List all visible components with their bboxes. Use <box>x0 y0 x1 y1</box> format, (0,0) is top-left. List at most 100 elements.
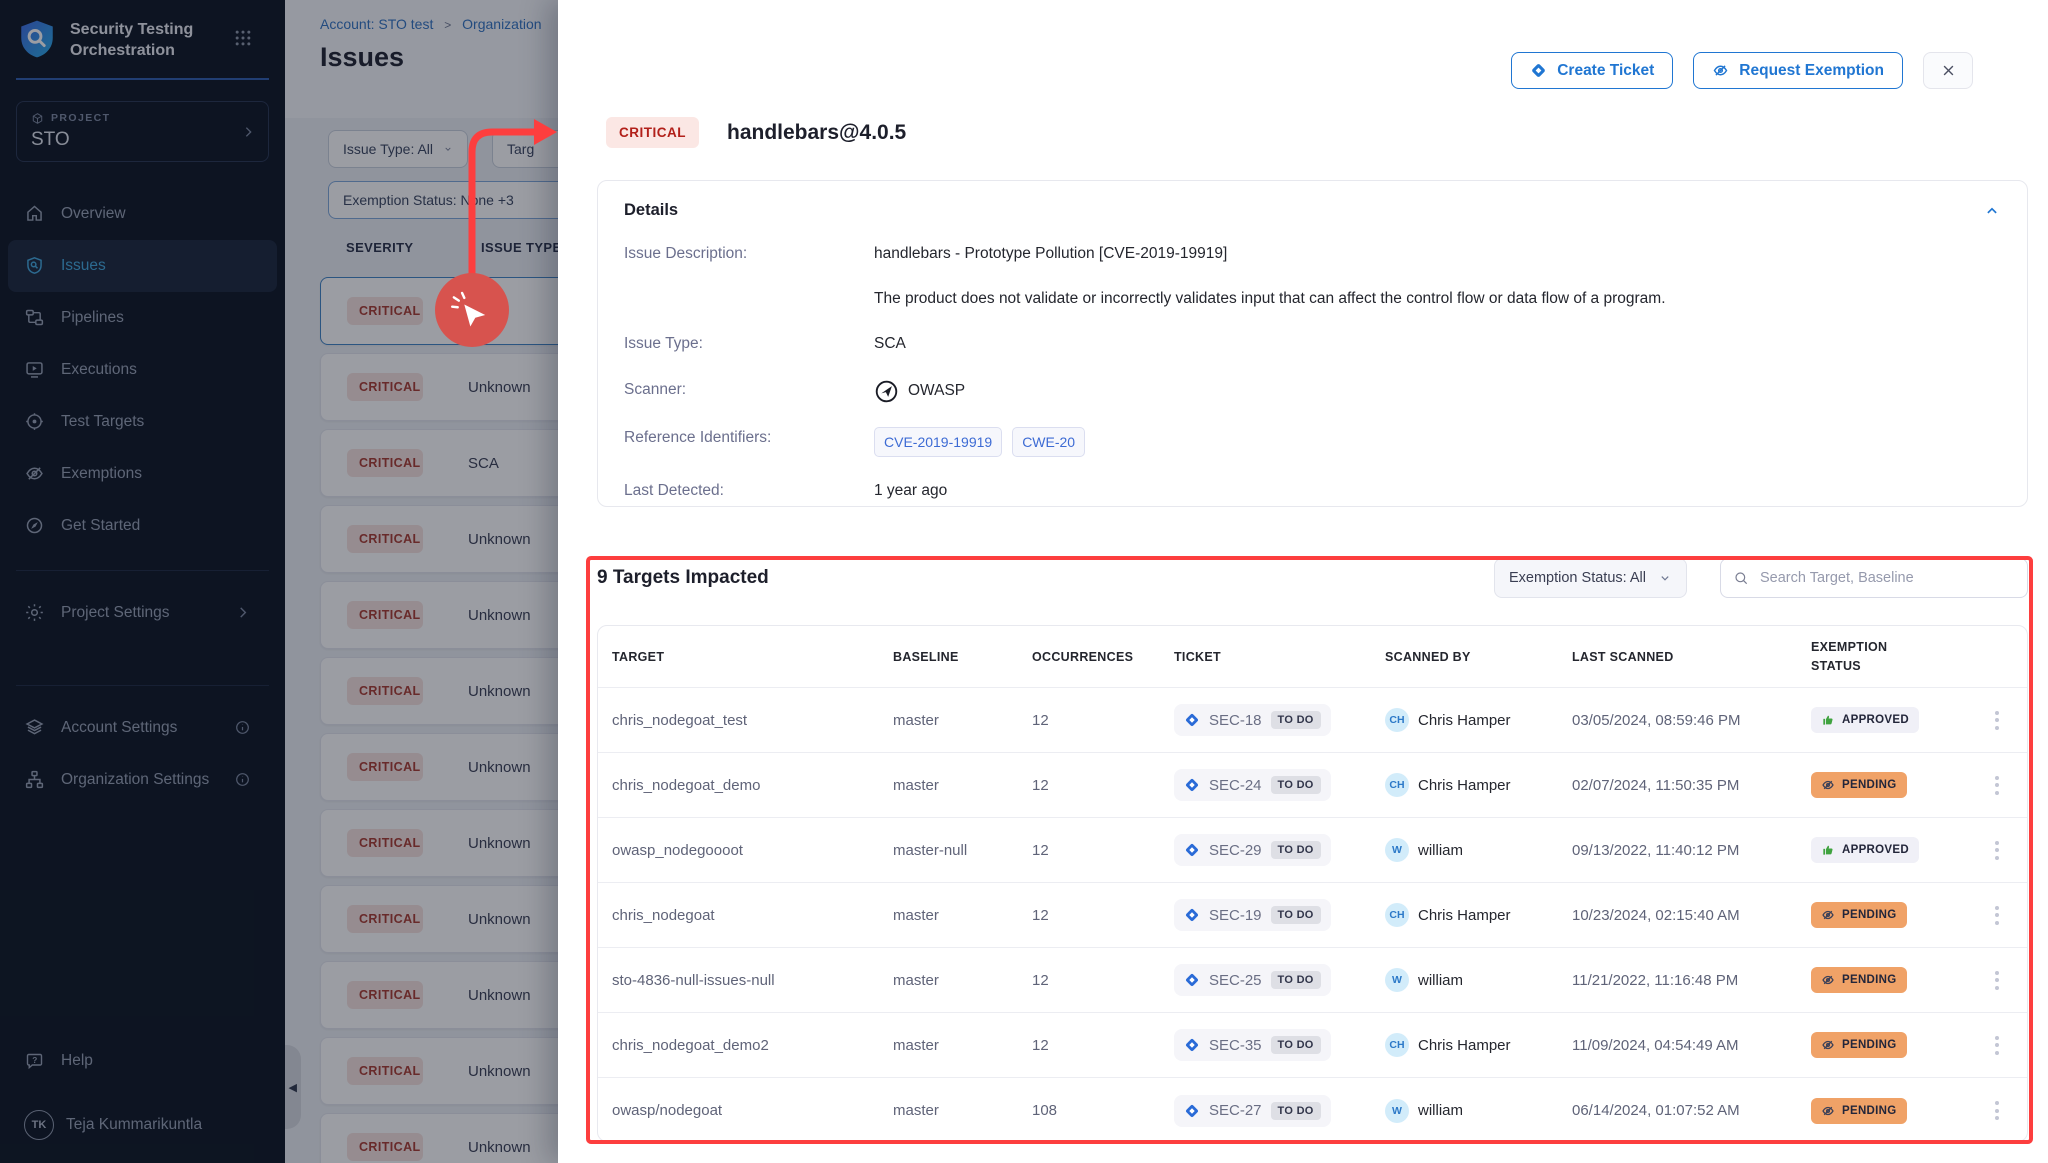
request-exemption-button[interactable]: Request Exemption <box>1693 52 1903 89</box>
details-card-header: Details <box>624 201 2001 220</box>
baseline-cell: master <box>893 1102 1032 1119</box>
ticket-status-chip: TO DO <box>1271 711 1321 729</box>
targets-column-header: TICKET <box>1174 650 1385 664</box>
chevron-up-icon[interactable] <box>1983 202 2001 220</box>
ticket-link[interactable]: SEC-18TO DO <box>1174 704 1331 736</box>
detail-row-last-detected: Last Detected: 1 year ago <box>624 480 2001 502</box>
ticket-link[interactable]: SEC-24TO DO <box>1174 769 1331 801</box>
ticket-id: SEC-27 <box>1209 1102 1262 1119</box>
ticket-status-chip: TO DO <box>1271 906 1321 924</box>
scanned-by-name: Chris Hamper <box>1418 712 1511 729</box>
occurrences-cell: 12 <box>1032 712 1174 729</box>
scanned-by-avatar: W <box>1385 968 1409 992</box>
ticket-diamond-icon <box>1184 1037 1200 1053</box>
ticket-link[interactable]: SEC-27 TO DO <box>1174 1095 1331 1127</box>
ticket-status-chip: TO DO <box>1271 1102 1321 1120</box>
owasp-scanner-icon <box>874 379 899 404</box>
ticket-diamond-icon <box>1184 1103 1200 1119</box>
search-input[interactable] <box>1758 569 2015 587</box>
row-menu-button[interactable] <box>1989 965 2005 996</box>
targets-exemption-filter[interactable]: Exemption Status: All <box>1494 558 1687 598</box>
ticket-id: SEC-35 <box>1209 1037 1262 1054</box>
exemption-status-label: PENDING <box>1842 909 1897 921</box>
detail-row-references: Reference Identifiers: CVE-2019-19919CWE… <box>624 427 2001 457</box>
detail-label: Last Detected: <box>624 480 874 502</box>
target-row[interactable]: chris_nodegoat_demomaster12SEC-24TO DOCH… <box>598 753 2027 818</box>
targets-column-header: SCANNED BY <box>1385 650 1572 664</box>
baseline-cell: master <box>893 777 1032 794</box>
occurrences-cell: 108 <box>1032 1102 1174 1119</box>
ticket-link[interactable]: SEC-25TO DO <box>1174 964 1331 996</box>
target-name-cell: chris_nodegoat_demo2 <box>612 1037 893 1054</box>
scanner-name: OWASP <box>908 380 965 402</box>
scanned-by-cell: CH Chris Hamper <box>1385 773 1572 797</box>
scanned-by-avatar: CH <box>1385 773 1409 797</box>
ticket-link[interactable]: SEC-19 TO DO <box>1174 899 1331 931</box>
targets-table-header: TARGETBASELINEOCCURRENCESTICKETSCANNED B… <box>598 626 2027 688</box>
exemption-status-badge: PENDING <box>1811 967 1907 993</box>
scanned-by-cell: Wwilliam <box>1385 838 1572 862</box>
close-drawer-button[interactable] <box>1923 52 1973 89</box>
details-heading: Details <box>624 201 678 220</box>
exemption-status-label: PENDING <box>1842 1039 1897 1051</box>
target-row[interactable]: chris_nodegoat_testmaster12SEC-18TO DOCH… <box>598 688 2027 753</box>
modal-dim-overlay <box>0 0 558 1163</box>
request-exemption-label: Request Exemption <box>1739 62 1884 80</box>
ticket-id: SEC-19 <box>1209 907 1262 924</box>
scanned-by-cell: Wwilliam <box>1385 1099 1572 1123</box>
target-name-cell: owasp_nodegoooot <box>612 842 893 859</box>
baseline-cell: master <box>893 907 1032 924</box>
last-scanned-cell: 02/07/2024, 11:50:35 PM <box>1572 777 1811 794</box>
eye-off-icon <box>1821 973 1835 987</box>
baseline-cell: master <box>893 972 1032 989</box>
target-row[interactable]: sto-4836-null-issues-nullmaster12SEC-25T… <box>598 948 2027 1013</box>
thumbs-up-icon <box>1821 843 1835 857</box>
target-name-cell: owasp/nodegoat <box>612 1102 893 1119</box>
row-menu-button[interactable] <box>1989 770 2005 801</box>
search-icon <box>1733 570 1749 586</box>
ticket-status-chip: TO DO <box>1271 776 1321 794</box>
last-scanned-cell: 11/09/2024, 04:54:49 AM <box>1572 1037 1811 1054</box>
exemption-status-badge: PENDING <box>1811 902 1907 928</box>
targets-column-header: OCCURRENCES <box>1032 650 1174 664</box>
scanned-by-cell: Wwilliam <box>1385 968 1572 992</box>
row-menu-button[interactable] <box>1989 1095 2005 1126</box>
detail-value: SCA <box>874 333 906 355</box>
eye-off-icon <box>1712 62 1729 79</box>
eye-off-icon <box>1821 1038 1835 1052</box>
reference-identifier-chip[interactable]: CWE-20 <box>1012 427 1085 457</box>
row-menu-button[interactable] <box>1989 705 2005 736</box>
target-row[interactable]: chris_nodegoat_demo2master12SEC-35TO DOC… <box>598 1013 2027 1078</box>
detail-value: OWASP <box>874 379 965 404</box>
close-icon <box>1941 63 1956 78</box>
scanned-by-cell: CHChris Hamper <box>1385 1033 1572 1057</box>
detail-row-scanner: Scanner: OWASP <box>624 379 2001 404</box>
target-row[interactable]: chris_nodegoatmaster12SEC-19TO DOCHChris… <box>598 883 2027 948</box>
target-name-cell: sto-4836-null-issues-null <box>612 972 893 989</box>
target-row[interactable]: owasp/nodegoatmaster108 SEC-27 TO DO Wwilli… <box>598 1078 2027 1142</box>
thumbs-up-icon <box>1821 713 1835 727</box>
row-menu-button[interactable] <box>1989 835 2005 866</box>
ticket-diamond-icon <box>1184 712 1200 728</box>
ticket-link[interactable]: SEC-35TO DO <box>1174 1029 1331 1061</box>
targets-column-header: LAST SCANNED <box>1572 650 1811 664</box>
severity-badge: CRITICAL <box>606 117 699 148</box>
ticket-status-chip: TO DO <box>1271 841 1321 859</box>
scanned-by-avatar: CH <box>1385 708 1409 732</box>
row-menu-button[interactable] <box>1989 900 2005 931</box>
occurrences-cell: 12 <box>1032 972 1174 989</box>
exemption-status-badge: PENDING <box>1811 772 1907 798</box>
reference-chips: CVE-2019-19919 CWE-20 <box>874 427 1095 457</box>
target-row[interactable]: owasp_nodegooootmaster-null12SEC-29TO DO… <box>598 818 2027 883</box>
reference-identifier-chip[interactable]: CVE-2019-19919 <box>874 427 1002 457</box>
scanned-by-name: Chris Hamper <box>1418 777 1511 794</box>
baseline-cell: master <box>893 712 1032 729</box>
last-scanned-cell: 03/05/2024, 08:59:46 PM <box>1572 712 1811 729</box>
create-ticket-button[interactable]: Create Ticket <box>1511 52 1673 89</box>
baseline-cell: master-null <box>893 842 1032 859</box>
targets-search[interactable] <box>1720 558 2028 598</box>
row-menu-button[interactable] <box>1989 1030 2005 1061</box>
ticket-link[interactable]: SEC-29TO DO <box>1174 834 1331 866</box>
scanned-by-cell: CHChris Hamper <box>1385 903 1572 927</box>
scanned-by-avatar: CH <box>1385 903 1409 927</box>
